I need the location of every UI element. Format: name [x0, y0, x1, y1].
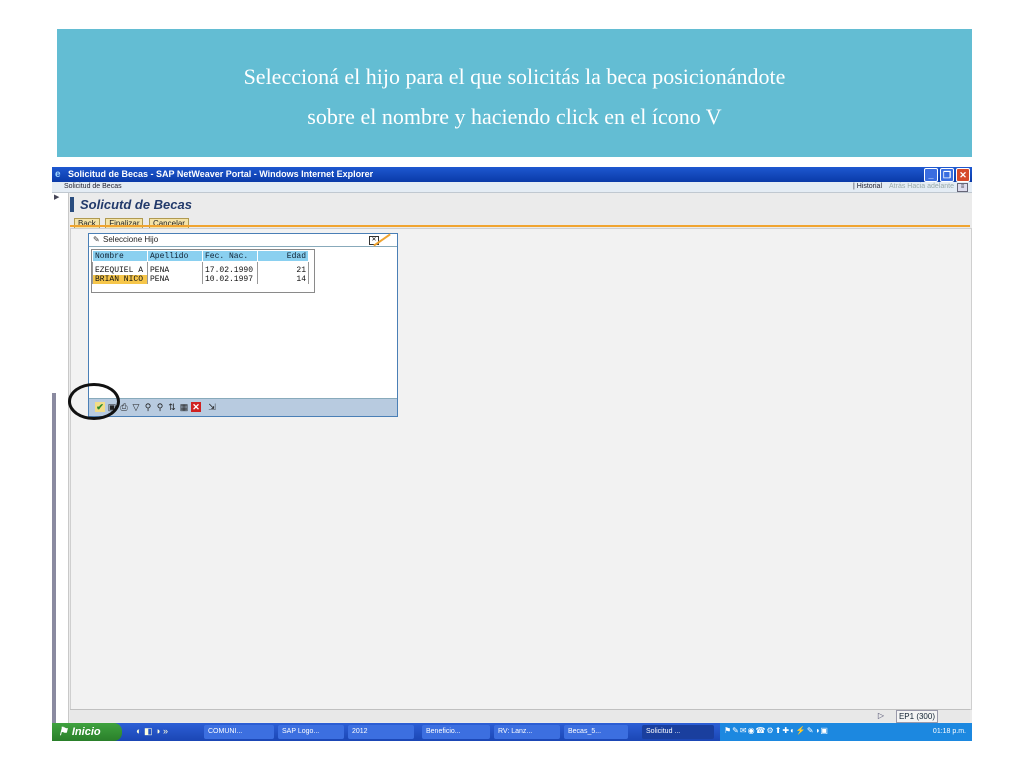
forward-link[interactable]: Hacia adelante [907, 183, 954, 190]
clock[interactable]: 01:18 p.m. [933, 723, 966, 741]
status-bar: ▷ EP1 (300) [70, 709, 970, 723]
print-icon[interactable]: ⎙ [119, 402, 129, 412]
play-icon[interactable]: ▷ [878, 711, 884, 720]
child-table: Nombre Apellido Fec. Nac. Edad EZEQUIEL … [92, 250, 309, 284]
page-toolbar: Back Finalizar Cancelar [74, 213, 190, 229]
col-header-apellido[interactable]: Apellido [147, 250, 203, 262]
outlook-quick-icon[interactable]: ◧ [144, 726, 153, 736]
more-chevron[interactable]: » [163, 726, 168, 736]
task-sap-logo[interactable]: SAP Logo... [278, 725, 344, 739]
sort-icon[interactable]: ⇅ [167, 402, 177, 412]
window-title: Solicitud de Becas - SAP NetWeaver Porta… [68, 169, 374, 179]
dialog-toolbar: ✔ ▣ ⎙ ▽ ⚲ ⚲ ⇅ ▦ ✕ ⇲ [89, 398, 397, 416]
ie-logo-icon: e [55, 169, 61, 180]
cell-nombre[interactable]: EZEQUIEL A [92, 266, 148, 275]
cell-fec-nac[interactable]: 17.02.1990 [202, 266, 258, 275]
dialog-edit-icon: ✎ [93, 235, 100, 244]
cell-apellido[interactable]: PENA [147, 275, 203, 284]
toolbar-divider [70, 225, 970, 227]
table-header-row: Nombre Apellido Fec. Nac. Edad [92, 250, 309, 262]
back-link[interactable]: Atrás [889, 183, 905, 190]
detailed-navigation-strip: ▶ [52, 193, 69, 741]
options-menu-icon[interactable]: ≡ [957, 183, 968, 192]
task-comuni[interactable]: COMUNI... [204, 725, 274, 739]
cell-fec-nac[interactable]: 10.02.1997 [202, 275, 258, 284]
find-next-icon[interactable]: ⚲ [155, 402, 165, 412]
task-beneficio[interactable]: Beneficio... [422, 725, 490, 739]
cell-edad[interactable]: 14 [257, 275, 309, 284]
slide-banner: Seleccioná el hijo para el que solicitás… [57, 29, 972, 157]
table-row-selected[interactable]: BRIAN NICO PENA 10.02.1997 14 [92, 275, 309, 284]
windows-flag-icon: ⚑ [58, 726, 68, 738]
portal-navigation-bar: Solicitud de Becas | Historial Atrás Hac… [52, 182, 972, 193]
ie-quick-icon[interactable]: ◐ [136, 726, 141, 736]
back-forward-links[interactable]: Atrás Hacia adelante [889, 182, 954, 192]
breadcrumb[interactable]: Solicitud de Becas [64, 182, 122, 192]
restore-button[interactable]: ❐ [940, 168, 954, 182]
find-icon[interactable]: ⚲ [143, 402, 153, 412]
task-becas[interactable]: Becas_5... [564, 725, 628, 739]
task-solicitud[interactable]: Solicitud ... [642, 725, 714, 739]
history-link[interactable]: | Historial [853, 182, 882, 192]
instruction-line-2: sobre el nombre y haciendo click en el í… [307, 104, 722, 129]
expand-arrow-icon[interactable]: ▶ [54, 193, 59, 201]
cancel-x-icon[interactable]: ✕ [191, 402, 201, 412]
system-indicator[interactable]: EP1 (300) [895, 710, 938, 723]
page-title: Solicutd de Becas [70, 197, 972, 212]
start-label: Inicio [71, 726, 101, 738]
browser-quick-icon[interactable]: ◑ [155, 726, 160, 736]
dialog-title: Seleccione Hijo [103, 235, 159, 244]
task-rv-lanz[interactable]: RV: Lanz... [494, 725, 560, 739]
instruction-line-1: Seleccioná el hijo para el que solicitás… [243, 64, 786, 89]
dialog-title-bar: ✎ Seleccione Hijo ✕ [89, 233, 397, 247]
select-child-dialog: ✎ Seleccione Hijo ✕ Nombre Apellido Fec.… [88, 233, 398, 417]
cell-edad[interactable]: 21 [257, 266, 309, 275]
filter-icon[interactable]: ▽ [131, 402, 141, 412]
cell-nombre[interactable]: BRIAN NICO [92, 275, 148, 284]
col-header-edad[interactable]: Edad [257, 250, 309, 262]
browser-screenshot: e Solicitud de Becas - SAP NetWeaver Por… [52, 167, 972, 741]
system-tray: ⚑✎✉◉☎⚙⬆✚◐⚡✎◑▣ 01:18 p.m. [720, 723, 972, 741]
cell-apellido[interactable]: PENA [147, 266, 203, 275]
task-2012[interactable]: 2012 [348, 725, 414, 739]
layout-icon[interactable]: ▦ [179, 402, 189, 412]
window-title-bar: e Solicitud de Becas - SAP NetWeaver Por… [52, 167, 972, 182]
windows-taskbar: ⚑ Inicio ◐ ◧ ◑ » COMUNI... SAP Logo... 20… [52, 723, 972, 741]
navigation-handle [52, 393, 56, 733]
minimize-button[interactable]: _ [924, 168, 938, 182]
close-window-button[interactable]: ✕ [956, 168, 970, 182]
start-button[interactable]: ⚑ Inicio [52, 723, 122, 741]
col-header-nombre[interactable]: Nombre [92, 250, 148, 262]
highlight-circle [68, 383, 120, 420]
tray-icons[interactable]: ⚑✎✉◉☎⚙⬆✚◐⚡✎◑▣ [724, 726, 829, 735]
col-header-fec-nac[interactable]: Fec. Nac. [202, 250, 258, 262]
table-row[interactable]: EZEQUIEL A PENA 17.02.1990 21 [92, 266, 309, 275]
export-icon[interactable]: ⇲ [207, 402, 217, 412]
quick-launch[interactable]: ◐ ◧ ◑ » [136, 726, 168, 737]
